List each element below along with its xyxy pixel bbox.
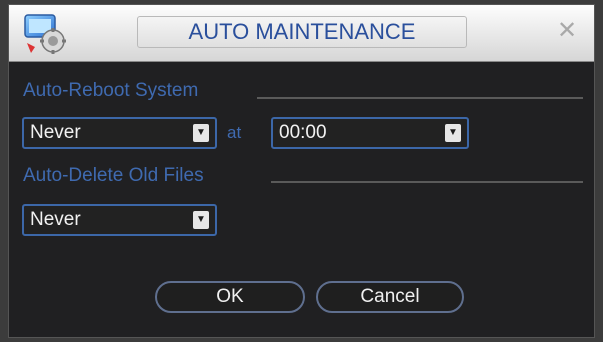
section-divider (271, 181, 583, 183)
at-label: at (227, 123, 242, 142)
title-bar: AUTO MAINTENANCE ✕ (9, 5, 594, 62)
auto-reboot-label: Auto-Reboot System (23, 80, 199, 101)
cancel-button[interactable]: Cancel (316, 281, 464, 313)
auto-delete-period-select[interactable]: Never ▼ (22, 204, 217, 236)
chevron-down-icon: ▼ (445, 124, 461, 142)
close-icon[interactable]: ✕ (554, 18, 580, 44)
section-divider (257, 97, 583, 99)
auto-delete-label: Auto-Delete Old Files (23, 165, 204, 186)
auto-reboot-time-value: 00:00 (279, 122, 327, 143)
chevron-down-icon: ▼ (193, 211, 209, 229)
dialog-title: AUTO MAINTENANCE (188, 19, 416, 44)
auto-reboot-time-select[interactable]: 00:00 ▼ (271, 117, 469, 149)
chevron-down-icon: ▼ (193, 124, 209, 142)
auto-reboot-frequency-value: Never (30, 122, 81, 143)
ok-button[interactable]: OK (155, 281, 305, 313)
dvr-app-icon (24, 14, 66, 54)
auto-reboot-frequency-select[interactable]: Never ▼ (22, 117, 217, 149)
auto-maintenance-dialog: AUTO MAINTENANCE ✕ Auto-Reboot System Ne… (8, 4, 595, 338)
auto-delete-period-value: Never (30, 209, 81, 230)
